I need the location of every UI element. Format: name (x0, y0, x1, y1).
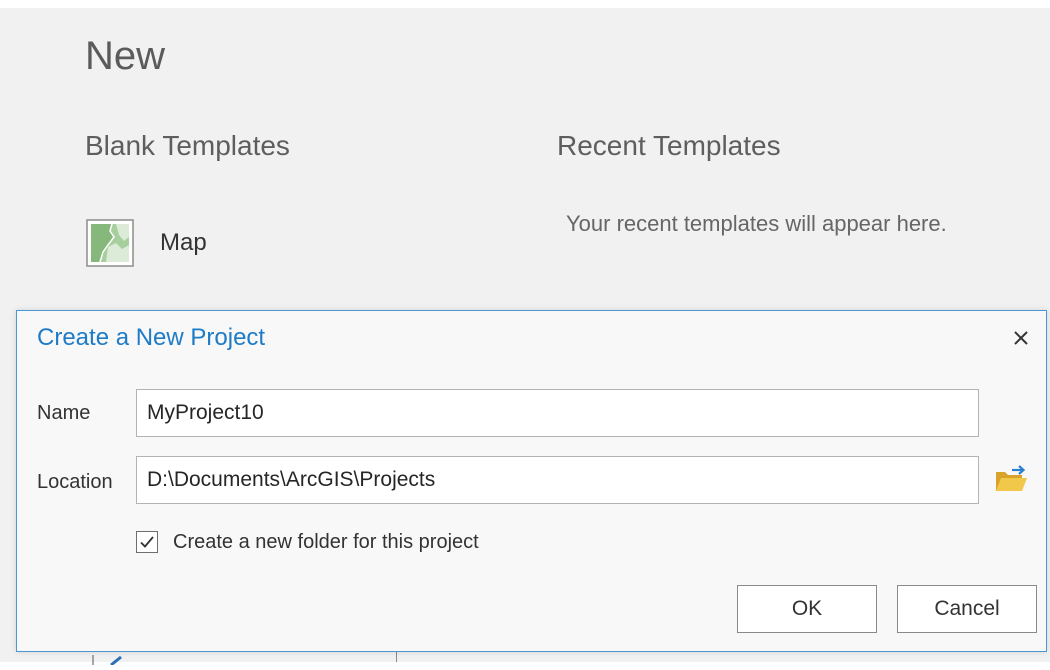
template-item-map[interactable]: Map (86, 218, 207, 268)
map-template-icon (86, 219, 134, 267)
create-folder-label: Create a new folder for this project (173, 530, 479, 553)
name-field[interactable] (136, 389, 979, 437)
page-title: New (85, 34, 166, 78)
blank-templates-heading: Blank Templates (85, 130, 290, 161)
top-strip (0, 0, 1050, 8)
recent-templates-heading: Recent Templates (557, 130, 781, 161)
column-divider (396, 652, 397, 662)
recent-templates-empty-message: Your recent templates will appear here. (566, 211, 947, 236)
name-label: Name (37, 402, 91, 424)
template-item-map-label: Map (160, 229, 207, 256)
location-field[interactable] (136, 456, 979, 504)
dialog-title: Create a New Project (37, 324, 266, 351)
create-project-dialog: Create a New Project Name Location Creat… (16, 310, 1047, 652)
partial-template-icon (91, 652, 127, 667)
location-label: Location (37, 471, 113, 493)
ok-button[interactable]: OK (737, 585, 877, 633)
close-icon[interactable] (1008, 325, 1034, 351)
folder-open-icon[interactable] (994, 463, 1030, 495)
create-folder-checkbox-row[interactable]: Create a new folder for this project (136, 528, 479, 556)
create-folder-checkbox[interactable] (136, 531, 158, 553)
cancel-button[interactable]: Cancel (897, 585, 1037, 633)
